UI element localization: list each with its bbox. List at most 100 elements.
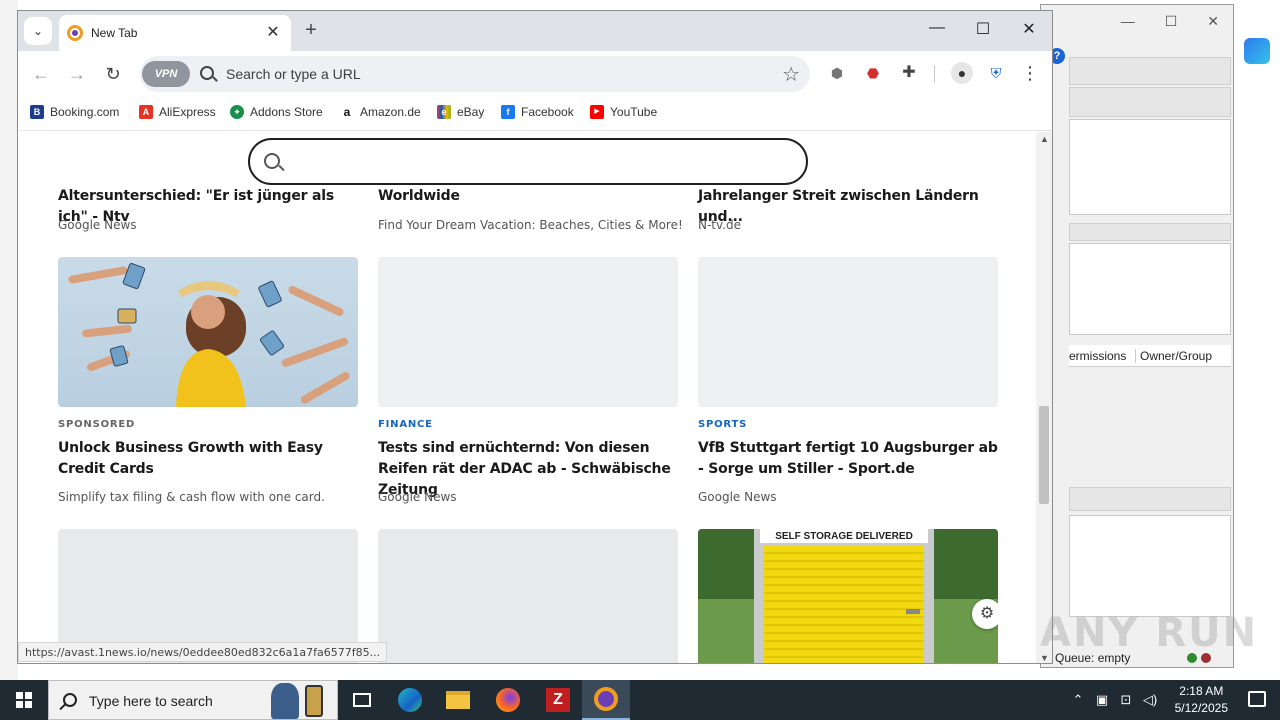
- maximize-button[interactable]: ☐: [968, 19, 998, 39]
- bookmark-youtube[interactable]: ▶ YouTube: [590, 105, 657, 119]
- reload-icon[interactable]: ↻: [100, 61, 126, 87]
- windows-logo-icon: [16, 692, 32, 708]
- news-card-title[interactable]: Jahrelanger Streit zwischen Ländern und.…: [698, 186, 998, 228]
- menu-kebab-icon[interactable]: ⋮: [1019, 62, 1041, 84]
- bg-tree-pane[interactable]: [1069, 243, 1231, 335]
- search-icon: [200, 66, 214, 80]
- ebay-icon: e: [437, 105, 451, 119]
- search-icon: [264, 153, 280, 169]
- security-shield-icon[interactable]: ⛨: [985, 62, 1007, 84]
- avast-browser-icon: [594, 687, 618, 711]
- bg-log-pane[interactable]: [1069, 119, 1231, 215]
- taskbar: Type here to search Z ⌃ ▣ ⊡ ◁) 2:18 AM 5…: [0, 680, 1280, 720]
- addons-store-icon: ✦: [230, 105, 244, 119]
- adblock-icon[interactable]: ⬣: [862, 62, 884, 84]
- bg-status-strip: [1069, 487, 1231, 511]
- search-highlight-lantern-icon: [305, 685, 323, 717]
- news-card-title[interactable]: VfB Stuttgart fertigt 10 Augsburger ab -…: [698, 438, 998, 480]
- anyrun-watermark: ANY RUN: [1040, 610, 1259, 656]
- background-app-window[interactable]: — ☐ ✕ ermissions Owner/Group Queue: empt…: [1040, 4, 1234, 668]
- extensions-puzzle-icon[interactable]: ✚: [898, 62, 920, 84]
- bg-minimize-icon[interactable]: —: [1121, 13, 1135, 30]
- news-card-title[interactable]: Worldwide: [378, 186, 678, 207]
- bookmark-ebay[interactable]: e eBay: [437, 105, 484, 119]
- finance-card-image-placeholder[interactable]: [378, 257, 678, 407]
- bg-queue-pane[interactable]: [1069, 515, 1231, 617]
- page-scrollbar[interactable]: ▲ ▼: [1036, 132, 1052, 663]
- bookmark-star-icon[interactable]: ☆: [782, 62, 800, 87]
- tray-device-icon[interactable]: ▣: [1092, 680, 1112, 720]
- tab-title: New Tab: [91, 26, 138, 40]
- woman-with-cards-illustration: [68, 262, 350, 407]
- bg-path-bar[interactable]: [1069, 223, 1231, 241]
- news-card-source: Google News: [58, 218, 137, 232]
- column-permissions[interactable]: ermissions: [1069, 349, 1126, 363]
- taskbar-firefox[interactable]: [484, 680, 532, 720]
- copilot-icon[interactable]: [1244, 38, 1270, 64]
- card-category: SPORTS: [698, 419, 748, 430]
- search-highlight-person-icon: [271, 683, 299, 719]
- bookmark-aliexpress[interactable]: A AliExpress: [139, 105, 216, 119]
- address-input[interactable]: Search or type a URL: [226, 66, 361, 82]
- news-card-title[interactable]: Unlock Business Growth with Easy Credit …: [58, 438, 358, 480]
- edge-browser-icon: [398, 688, 422, 712]
- bg-close-icon[interactable]: ✕: [1207, 13, 1219, 30]
- news-card-source: Find Your Dream Vacation: Beaches, Citie…: [378, 218, 683, 232]
- profile-avatar-icon[interactable]: ●: [951, 62, 973, 84]
- bg-address-strip: [1069, 87, 1231, 117]
- customize-gear-icon[interactable]: ⚙: [972, 599, 998, 629]
- taskbar-file-explorer[interactable]: [434, 680, 482, 720]
- amazon-icon: a: [340, 105, 354, 119]
- sponsored-card-image[interactable]: [58, 257, 358, 407]
- newtab-search-box[interactable]: [248, 138, 808, 185]
- notification-center-icon[interactable]: [1248, 691, 1266, 707]
- forward-arrow-icon[interactable]: →: [64, 61, 90, 87]
- news-card-image-placeholder[interactable]: [378, 529, 678, 663]
- scroll-up-icon[interactable]: ▲: [1040, 134, 1049, 144]
- toolbar-divider: [934, 65, 935, 83]
- bg-file-list-header: ermissions Owner/Group: [1069, 345, 1231, 367]
- tab-search-dropdown-icon[interactable]: ⌄: [24, 17, 52, 45]
- link-status-url: https://avast.1news.io/news/0eddee80ed83…: [18, 642, 388, 662]
- bookmark-label: AliExpress: [159, 105, 216, 119]
- minimize-button[interactable]: —: [922, 19, 952, 37]
- tray-chevron-icon[interactable]: ⌃: [1068, 680, 1088, 720]
- browser-favicon-icon: [67, 25, 83, 41]
- volume-icon[interactable]: ◁): [1140, 680, 1160, 720]
- privacy-shield-icon[interactable]: ⬢: [826, 62, 848, 84]
- new-tab-button[interactable]: +: [300, 19, 322, 42]
- system-clock[interactable]: 2:18 AM 5/12/2025: [1175, 683, 1228, 717]
- bookmark-label: YouTube: [610, 105, 658, 119]
- start-button[interactable]: [0, 680, 48, 720]
- vpn-button[interactable]: VPN: [142, 61, 190, 87]
- back-arrow-icon[interactable]: ←: [28, 61, 54, 87]
- booking-icon: B: [30, 105, 44, 119]
- taskbar-edge[interactable]: [386, 680, 434, 720]
- sports-card-image-placeholder[interactable]: [698, 257, 998, 407]
- bookmark-addons-store[interactable]: ✦ Addons Store: [230, 105, 323, 119]
- taskbar-search-box[interactable]: Type here to search: [48, 680, 338, 720]
- bg-maximize-icon[interactable]: ☐: [1165, 13, 1178, 30]
- bookmark-label: Amazon.de: [360, 105, 421, 119]
- self-storage-illustration: SELF STORAGE DELIVERED: [698, 529, 998, 663]
- storage-card-image[interactable]: SELF STORAGE DELIVERED ⚙: [698, 529, 998, 663]
- clock-date: 5/12/2025: [1174, 701, 1228, 715]
- scrollbar-thumb[interactable]: [1039, 406, 1049, 504]
- bookmark-facebook[interactable]: f Facebook: [501, 105, 574, 119]
- filezilla-icon: Z: [546, 688, 570, 712]
- bookmark-booking[interactable]: B Booking.com: [30, 105, 119, 119]
- column-owner-group[interactable]: Owner/Group: [1135, 349, 1212, 363]
- taskbar-avast-browser[interactable]: [582, 680, 630, 720]
- task-view-button[interactable]: [338, 680, 386, 720]
- bookmark-amazon[interactable]: a Amazon.de: [340, 105, 421, 119]
- bookmark-label: eBay: [457, 105, 485, 119]
- close-window-button[interactable]: ✕: [1014, 19, 1044, 39]
- task-view-icon: [353, 693, 371, 707]
- network-icon[interactable]: ⊡: [1116, 680, 1136, 720]
- youtube-icon: ▶: [590, 105, 604, 119]
- tab-close-icon[interactable]: ✕: [263, 22, 283, 42]
- aliexpress-icon: A: [139, 105, 153, 119]
- address-bar[interactable]: VPN Search or type a URL ☆: [140, 56, 810, 92]
- taskbar-filezilla[interactable]: Z: [534, 680, 582, 720]
- tab-new-tab[interactable]: New Tab ✕: [59, 15, 291, 51]
